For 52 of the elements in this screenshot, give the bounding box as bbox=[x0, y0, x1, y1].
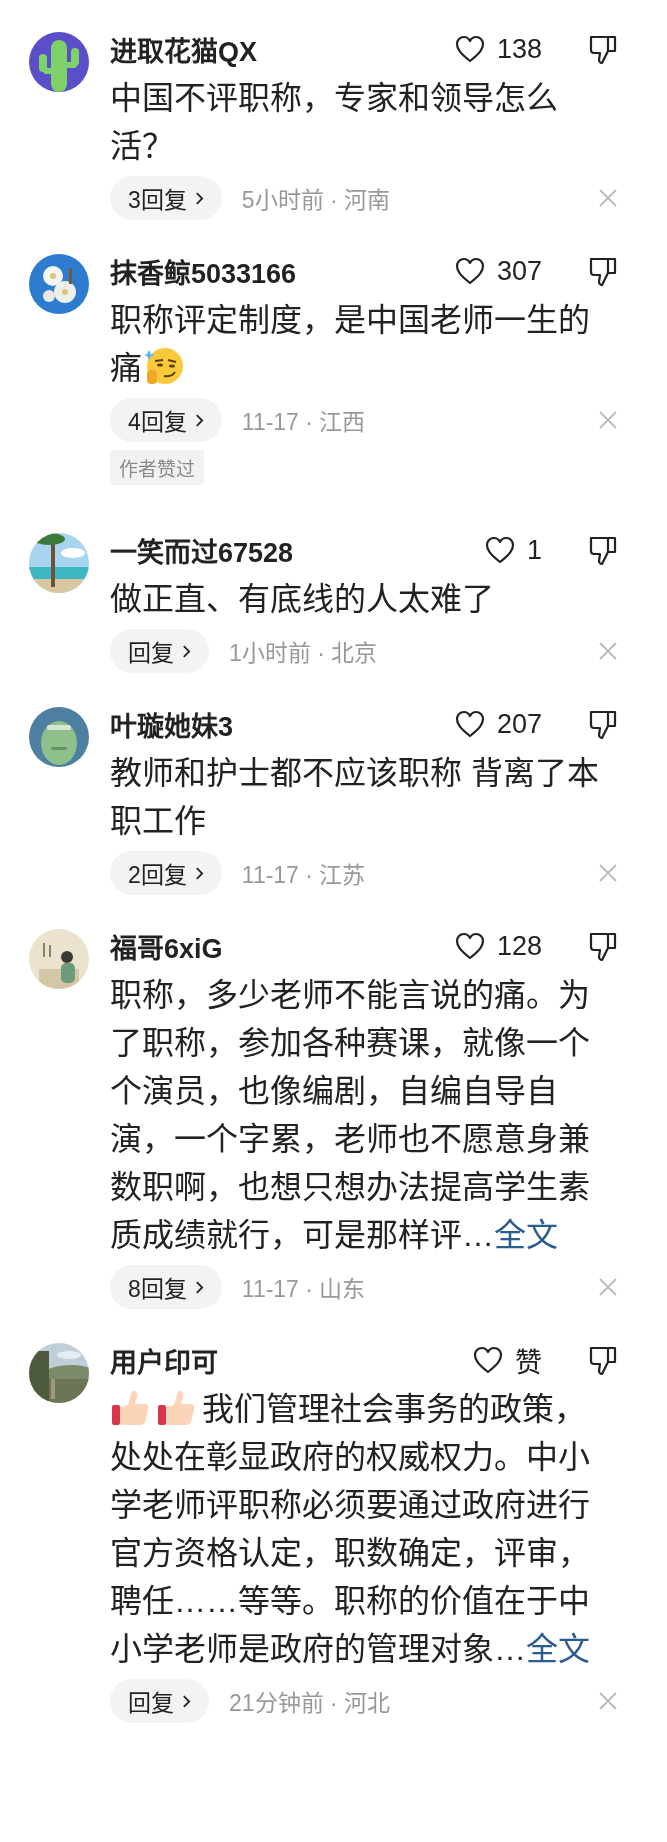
heart-icon bbox=[484, 536, 515, 564]
comment-meta: 5小时前 · 河南 bbox=[241, 186, 392, 215]
like-button[interactable]: 128 bbox=[454, 930, 542, 962]
like-button[interactable]: 1 bbox=[484, 534, 542, 566]
like-button[interactable]: 138 bbox=[454, 33, 542, 65]
heart-icon bbox=[473, 1346, 503, 1374]
chevron-icon bbox=[194, 865, 204, 881]
like-button[interactable]: 307 bbox=[454, 255, 542, 287]
like-button[interactable]: 207 bbox=[454, 708, 542, 740]
thumbs-down-icon[interactable] bbox=[588, 534, 618, 566]
thumbs-down-icon[interactable] bbox=[588, 708, 618, 740]
chevron-icon bbox=[182, 643, 191, 659]
comment-meta: 11-17 · 江西 bbox=[241, 408, 367, 437]
comment-meta: 1小时前 · 北京 bbox=[229, 639, 379, 668]
replies-button[interactable]: 8回复 bbox=[110, 1265, 222, 1309]
comment-text: 中国不评职称，专家和领导怎么活？ bbox=[110, 79, 559, 166]
replies-button[interactable]: 4回复 bbox=[110, 398, 222, 442]
comment-meta: 11-17 · 山东 bbox=[241, 1275, 367, 1304]
thumbs-down-icon[interactable] bbox=[588, 930, 618, 962]
comment-text: 教师和护士都不应该职称 背离了本职工作 bbox=[110, 754, 600, 841]
replies-button[interactable]: 3回复 bbox=[110, 176, 222, 220]
username[interactable]: 用户印可 bbox=[110, 1340, 473, 1380]
replies-button[interactable]: 回复 bbox=[110, 629, 209, 673]
comment-text: 职称评定制度，是中国老师一生的痛 bbox=[110, 301, 591, 388]
author-liked-tag: 作者赞过 bbox=[110, 450, 204, 485]
chevron-icon bbox=[182, 1693, 191, 1709]
heart-icon bbox=[454, 932, 485, 960]
full-text-link[interactable]: 全文 bbox=[494, 1217, 558, 1253]
username[interactable]: 福哥6xiG bbox=[110, 926, 455, 966]
thumbs-down-icon[interactable] bbox=[588, 255, 618, 287]
heart-icon bbox=[454, 257, 485, 285]
comment-text: 职称，多少老师不能言说的痛。为了职称，参加各种赛课，就像一个个演员，也像编剧，自编自导自演，一个字累，老师也不愿意身兼数职啊，也想只想办法提高学生素质成绩就行，可是那样评…全文 bbox=[110, 976, 591, 1255]
smirking-face-icon bbox=[144, 346, 184, 386]
username[interactable]: 进取花猫QX bbox=[110, 29, 455, 69]
chevron-icon bbox=[194, 190, 204, 206]
like-button[interactable]: 赞 bbox=[473, 1340, 542, 1380]
chevron-icon bbox=[194, 412, 204, 428]
replies-button[interactable]: 回复 bbox=[110, 1679, 209, 1723]
thumbs-down-icon[interactable] bbox=[588, 33, 618, 65]
username[interactable]: 一笑而过67528 bbox=[110, 530, 485, 570]
username[interactable]: 叶璇她妹3 bbox=[110, 704, 455, 744]
full-text-link[interactable]: 全文 bbox=[526, 1631, 590, 1667]
comment-meta: 21分钟前 · 河北 bbox=[229, 1689, 392, 1718]
username[interactable]: 抹香鲸5033166 bbox=[110, 251, 455, 291]
chevron-icon bbox=[194, 1279, 204, 1295]
comment-text: 我们管理社会事务的政策，处处在彰显政府的权威权力。中小学老师评职称必须要通过政府进行官方资格认定，职数确定，评审，聘任……等等。职称的价值在于中小学老师是政府的管理对象…全文 bbox=[110, 1385, 612, 1673]
comment-text: 做正直、有底线的人太难了 bbox=[110, 580, 495, 619]
heart-icon bbox=[454, 35, 485, 63]
thumbs-down-icon[interactable] bbox=[588, 1344, 618, 1376]
heart-icon bbox=[454, 710, 485, 738]
replies-button[interactable]: 2回复 bbox=[110, 851, 222, 895]
comment-meta: 11-17 · 江苏 bbox=[241, 861, 367, 890]
